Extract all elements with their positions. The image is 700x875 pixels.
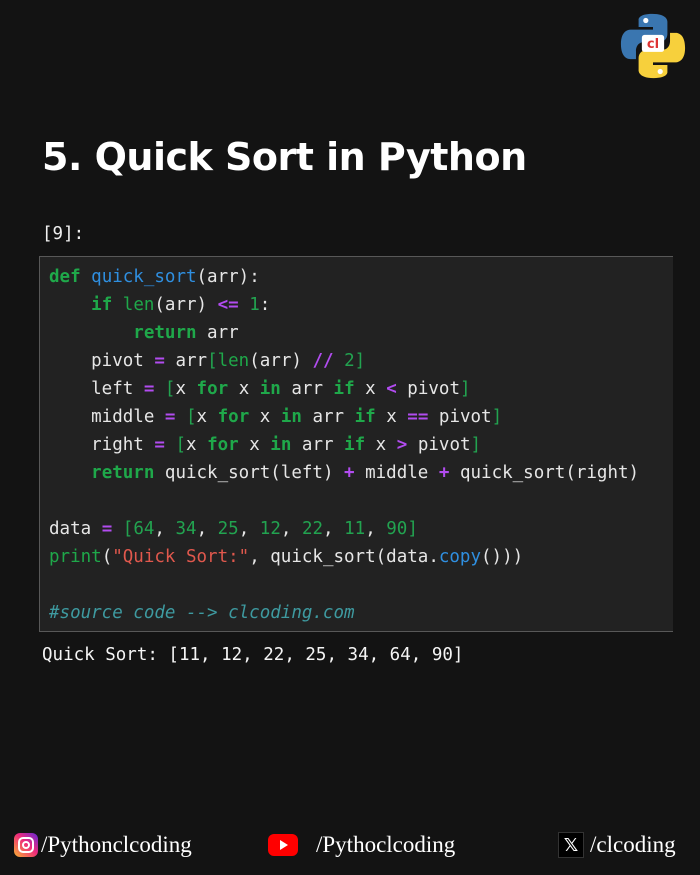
page-title: 5. Quick Sort in Python [42, 135, 527, 179]
youtube-link[interactable]: /Pythoclcoding [268, 830, 455, 860]
code-line-1: def quick_sort(arr): [49, 267, 260, 287]
instagram-link[interactable]: /Pythonclcoding [14, 830, 192, 860]
x-icon: 𝕏 [558, 832, 584, 858]
youtube-icon [268, 834, 298, 856]
instagram-icon [14, 833, 38, 857]
instagram-handle: /Pythonclcoding [41, 832, 192, 857]
code-block: def quick_sort(arr): if len(arr) <= 1: r… [49, 263, 639, 627]
code-line-11: print("Quick Sort:", quick_sort(data.cop… [49, 547, 524, 567]
code-line-3: return arr [133, 323, 239, 343]
x-handle: /clcoding [590, 832, 676, 857]
code-line-7: right = [x for x in arr if x > pivot] [49, 435, 482, 455]
code-line-2: if len(arr) <= 1: [91, 295, 271, 315]
svg-text:cl: cl [647, 37, 659, 52]
code-line-4: pivot = arr[len(arr) // 2] [49, 351, 366, 371]
social-footer: /Pythonclcoding /Pythoclcoding 𝕏 /clcodi… [0, 826, 700, 864]
code-line-5: left = [x for x in arr if x < pivot] [49, 379, 471, 399]
cell-prompt: [9]: [42, 224, 85, 244]
x-link[interactable]: 𝕏 /clcoding [558, 830, 676, 860]
youtube-handle: /Pythoclcoding [316, 832, 456, 857]
cell-output: Quick Sort: [11, 12, 22, 25, 34, 64, 90] [42, 645, 464, 665]
code-line-8: return quick_sort(left) + middle + quick… [91, 463, 640, 483]
code-line-13: #source code --> clcoding.com [49, 603, 355, 623]
python-logo-icon: cl [620, 13, 686, 79]
code-line-6: middle = [x for x in arr if x == pivot] [49, 407, 503, 427]
code-line-10: data = [64, 34, 25, 12, 22, 11, 90] [49, 519, 418, 539]
